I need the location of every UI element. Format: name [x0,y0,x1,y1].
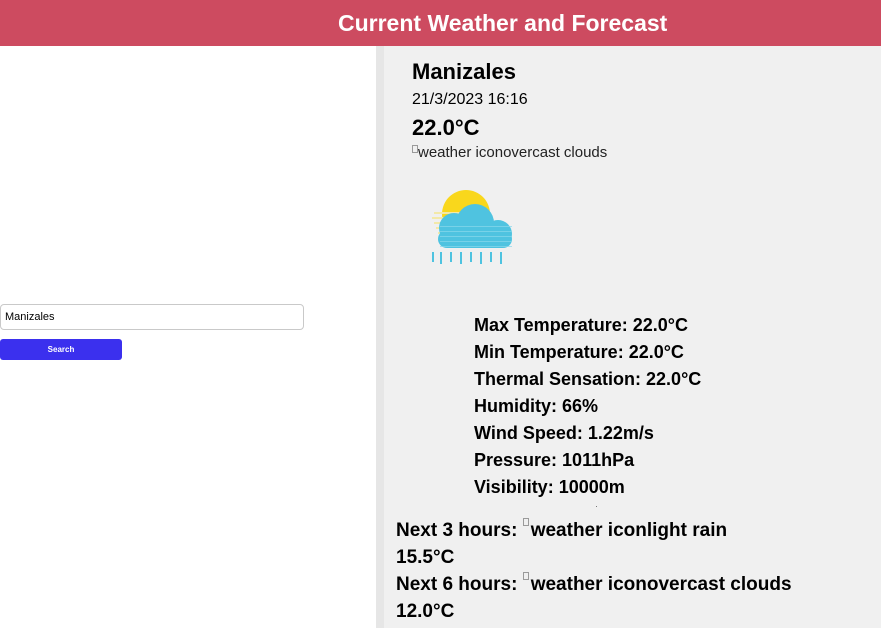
forecast-6h-description: overcast clouds [646,574,792,595]
current-datetime: 21/3/2023 16:16 [412,91,528,108]
broken-image-icon [522,572,529,580]
search-panel [0,46,376,628]
search-button[interactable]: Search [0,339,122,360]
weather-description: overcast clouds [503,144,608,161]
thermal-sensation: Thermal Sensation: 22.0°C [474,369,702,389]
wind-speed: Wind Speed: 1.22m/s [474,423,654,443]
weather-icon-alt-text: weather icon [418,144,504,161]
app-header: Current Weather and Forecast [0,0,881,46]
forecast-3h-temperature: 15.5°C [396,547,455,568]
current-temperature: 22.0°C [412,115,480,140]
weather-icon-broken-image: weather iconovercast clouds [412,144,607,161]
city-search-input[interactable] [0,304,304,330]
forecast-section: Next 3 hours: weather iconlight rain 15.… [396,517,792,625]
app-title: Current Weather and Forecast [338,10,668,36]
broken-image-icon [522,518,529,526]
forecast-6h-label: Next 6 hours: [396,574,518,595]
weather-panel: Manizales 21/3/2023 16:16 22.0°C weather… [384,46,881,628]
weather-details: Max Temperature: 22.0°C Min Temperature:… [474,312,701,501]
forecast-3h-icon-alt: weather icon [530,520,647,541]
city-name: Manizales [412,59,516,84]
humidity: Humidity: 66% [474,396,599,416]
forecast-3h-description: light rain [646,520,728,541]
visibility: Visibility: 10000m [474,477,625,497]
forecast-3h-label: Next 3 hours: [396,520,518,541]
forecast-6h-temperature: 12.0°C [396,601,455,622]
stray-dot [596,506,597,507]
panel-divider [376,46,384,628]
min-temperature: Min Temperature: 22.0°C [474,342,684,362]
sun-cloud-rain-icon [432,190,512,264]
pressure: Pressure: 1011hPa [474,450,635,470]
forecast-6h-icon-alt: weather icon [530,574,647,595]
forecast-6h: Next 6 hours: weather iconovercast cloud… [396,571,792,598]
forecast-3h: Next 3 hours: weather iconlight rain [396,517,792,544]
max-temperature: Max Temperature: 22.0°C [474,315,688,335]
